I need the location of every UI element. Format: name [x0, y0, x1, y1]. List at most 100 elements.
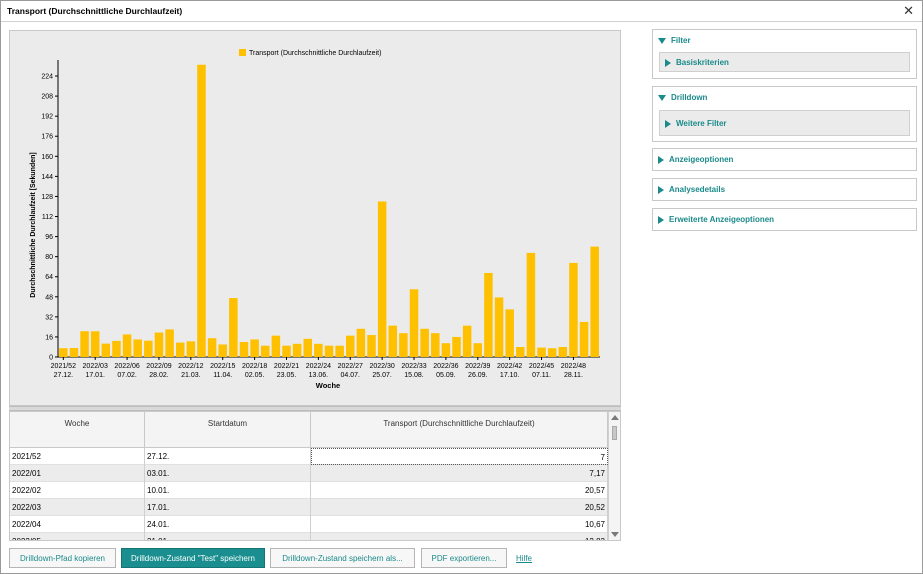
- bar: [59, 348, 68, 357]
- expand-icon: [658, 215, 664, 224]
- bar: [239, 341, 249, 357]
- scroll-up-icon[interactable]: [611, 415, 619, 420]
- y-tick-label: 16: [45, 334, 53, 341]
- x-tick-label-date: 17.10.: [500, 372, 520, 379]
- column-header-woche[interactable]: Woche: [10, 412, 145, 448]
- table-row[interactable]: 2021/52 27.12. 7: [10, 448, 608, 465]
- cell-start: 17.01.: [145, 499, 311, 516]
- collapse-icon: [658, 94, 666, 101]
- drilldown-header[interactable]: Drilldown: [658, 93, 707, 102]
- bar: [80, 331, 89, 357]
- bar: [452, 336, 461, 357]
- filter-label: Filter: [671, 36, 691, 45]
- cell-start: 27.12.: [145, 448, 311, 465]
- help-link[interactable]: Hilfe: [516, 554, 532, 563]
- y-tick-label: 32: [45, 314, 53, 321]
- table-row[interactable]: 2022/01 03.01. 7,17: [10, 465, 608, 482]
- erweiterte-anzeigeoptionen-label: Erweiterte Anzeigeoptionen: [669, 215, 775, 224]
- bar: [346, 335, 355, 357]
- bar: [484, 272, 493, 357]
- table-row[interactable]: 2022/03 17.01. 20,52: [10, 499, 608, 516]
- y-tick-label: 48: [45, 294, 53, 301]
- bar: [229, 298, 238, 357]
- x-tick-label-week: 2022/21: [274, 363, 299, 370]
- x-tick-label-date: 05.09.: [436, 372, 456, 379]
- y-axis-label: Durchschnittliche Durchlaufzeit [Sekunde…: [30, 152, 37, 297]
- y-tick-label: 208: [41, 94, 53, 101]
- expand-icon: [658, 155, 664, 164]
- bar: [112, 340, 121, 357]
- collapse-icon: [658, 37, 666, 44]
- table-scrollbar[interactable]: [608, 412, 620, 540]
- bar: [473, 343, 483, 357]
- expand-icon: [665, 119, 671, 128]
- bar: [165, 329, 174, 357]
- x-tick-label-week: 2022/45: [529, 363, 554, 370]
- cell-value: 7: [311, 448, 608, 465]
- bar: [367, 335, 376, 357]
- copy-drilldown-path-button[interactable]: Drilldown-Pfad kopieren: [9, 548, 116, 568]
- bar: [154, 332, 164, 357]
- cell-value: 12,83: [311, 533, 608, 540]
- bar: [590, 246, 599, 357]
- anzeigeoptionen-panel[interactable]: Anzeigeoptionen: [652, 148, 917, 171]
- x-tick-label-date: 15.08.: [404, 372, 424, 379]
- x-tick-label-date: 17.01.: [85, 372, 105, 379]
- y-tick-label: 176: [41, 134, 53, 141]
- x-tick-label-date: 23.05.: [277, 372, 297, 379]
- bar: [271, 335, 281, 357]
- bar: [186, 341, 196, 357]
- bar: [335, 345, 344, 357]
- save-drilldown-test-button[interactable]: Drilldown-Zustand "Test" speichern: [121, 548, 265, 568]
- anzeigeoptionen-header[interactable]: Anzeigeoptionen: [658, 155, 733, 164]
- filter-header[interactable]: Filter: [658, 36, 691, 45]
- column-header-startdatum[interactable]: Startdatum: [145, 412, 311, 448]
- weitere-filter-item[interactable]: Weitere Filter: [659, 110, 910, 136]
- x-tick-label-date: 07.02.: [117, 372, 137, 379]
- erweiterte-anzeigeoptionen-panel[interactable]: Erweiterte Anzeigeoptionen: [652, 208, 917, 231]
- x-tick-label-date: 04.07.: [341, 372, 361, 379]
- bar: [420, 328, 429, 357]
- bar: [547, 348, 557, 357]
- cell-week: 2022/03: [10, 499, 145, 516]
- table-row[interactable]: 2022/04 24.01. 10,67: [10, 516, 608, 533]
- bar: [388, 325, 398, 357]
- table-row[interactable]: 2022/02 10.01. 20,57: [10, 482, 608, 499]
- bar: [144, 340, 153, 357]
- title-bar: Transport (Durchschnittliche Durchlaufze…: [1, 1, 922, 22]
- y-tick-label: 144: [41, 174, 53, 181]
- x-tick-label-date: 02.05.: [245, 372, 265, 379]
- bar: [207, 338, 217, 357]
- cell-week: 2022/04: [10, 516, 145, 533]
- column-header-transport[interactable]: Transport (Durchschnittliche Durchlaufze…: [311, 412, 608, 448]
- close-icon[interactable]: ✕: [903, 3, 914, 19]
- bar-chart: Transport (Durchschnittliche Durchlaufze…: [30, 49, 600, 390]
- x-tick-label-week: 2022/42: [497, 363, 522, 370]
- bar: [526, 252, 536, 357]
- scroll-down-icon[interactable]: [611, 532, 619, 537]
- y-tick-label: 64: [45, 274, 53, 281]
- scroll-thumb[interactable]: [612, 426, 617, 440]
- bar: [569, 262, 578, 357]
- analysedetails-panel[interactable]: Analysedetails: [652, 178, 917, 201]
- y-tick-label: 80: [45, 254, 53, 261]
- y-tick-label: 224: [41, 74, 53, 81]
- cell-start: 10.01.: [145, 482, 311, 499]
- x-tick-label-week: 2022/24: [306, 363, 331, 370]
- bar: [537, 347, 546, 357]
- basiskriterien-item[interactable]: Basiskriterien: [659, 52, 910, 72]
- x-tick-label-date: 07.11.: [532, 372, 551, 379]
- save-drilldown-as-button[interactable]: Drilldown-Zustand speichern als...: [270, 548, 415, 568]
- anzeigeoptionen-label: Anzeigeoptionen: [669, 155, 734, 164]
- export-pdf-button[interactable]: PDF exportieren...: [421, 548, 507, 568]
- bar: [292, 343, 302, 357]
- table-row[interactable]: 2022/05 31.01. 12,83: [10, 533, 608, 540]
- drilldown-panel: Drilldown Weitere Filter: [652, 86, 917, 142]
- bar: [133, 339, 142, 357]
- analysedetails-header[interactable]: Analysedetails: [658, 185, 725, 194]
- cell-week: 2022/05: [10, 533, 145, 540]
- drilldown-label: Drilldown: [671, 93, 708, 102]
- button-bar: Drilldown-Pfad kopieren Drilldown-Zustan…: [1, 548, 922, 570]
- erweiterte-anzeigeoptionen-header[interactable]: Erweiterte Anzeigeoptionen: [658, 215, 774, 224]
- x-tick-label-date: 28.02.: [149, 372, 169, 379]
